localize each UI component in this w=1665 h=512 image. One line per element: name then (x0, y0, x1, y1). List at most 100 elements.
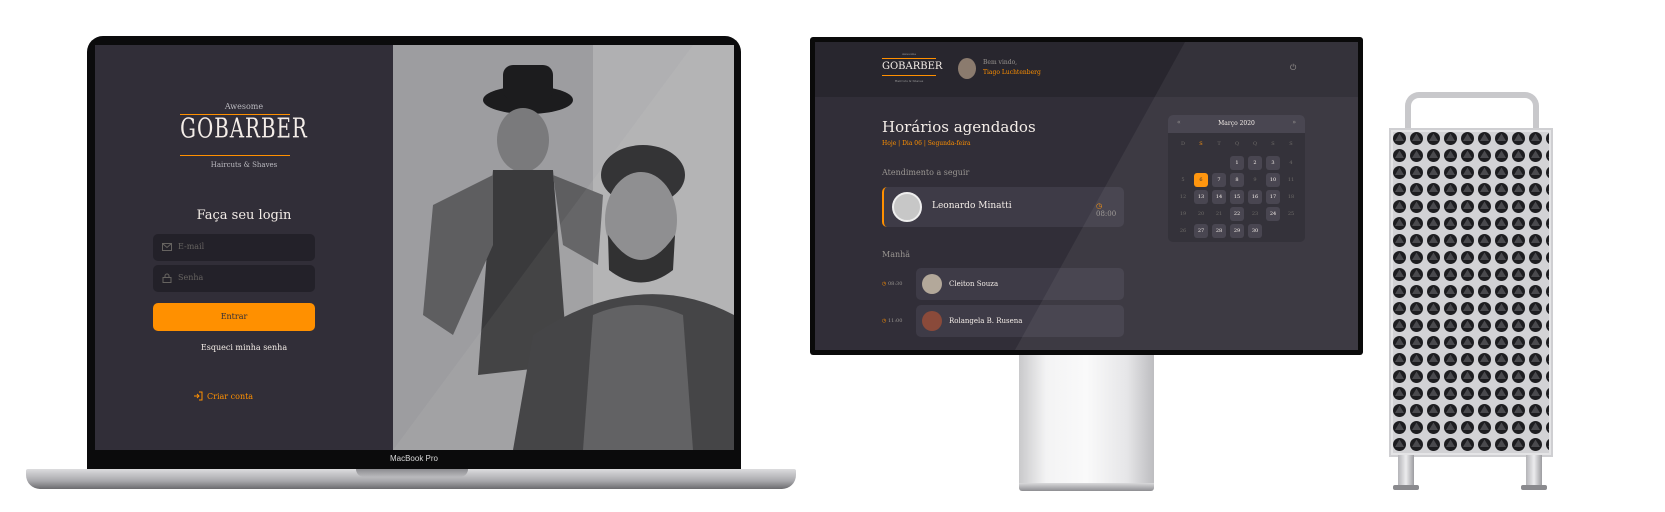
password-placeholder: Senha (178, 273, 204, 282)
mac-pro-tower (1389, 128, 1553, 457)
calendar-weekday: S (1271, 141, 1275, 147)
appointment-name: Cleiton Souza (949, 280, 999, 288)
forgot-password-link[interactable]: Esqueci minha senha (95, 343, 393, 352)
mac-pro-leg (1398, 455, 1414, 488)
calendar-day[interactable]: 27 (1194, 224, 1208, 238)
calendar-day[interactable]: 15 (1230, 190, 1244, 204)
calendar-day: 12 (1179, 194, 1187, 200)
calendar-weekday: S (1199, 141, 1203, 147)
dashboard-header: Awesome GOBARBER Haircuts & Shaves Bem v… (815, 42, 1358, 97)
calendar-day: 21 (1215, 211, 1223, 217)
calendar-day[interactable]: 22 (1230, 207, 1244, 221)
calendar-day: 26 (1179, 228, 1187, 234)
calendar-day: 4 (1289, 160, 1293, 166)
appointment-time: ◷ 11:00 (882, 318, 902, 324)
email-field[interactable]: E-mail (153, 234, 315, 261)
calendar-day[interactable]: 13 (1194, 190, 1208, 204)
calendar-header: « Março 2020 » (1168, 115, 1305, 133)
header-logo-subtitle: Haircuts & Shaves (894, 79, 924, 83)
next-appointment-card[interactable]: Leonardo Minatti ◷ 08:00 (882, 187, 1124, 227)
logo-tagline: Awesome (224, 102, 264, 111)
barber-photo (393, 45, 734, 450)
clock-icon: ◷ (882, 318, 887, 324)
calendar-weekday: S (1289, 141, 1293, 147)
calendar-day[interactable]: 16 (1248, 190, 1262, 204)
log-in-icon (194, 391, 203, 401)
clock-icon: ◷ (882, 281, 887, 287)
lock-icon (162, 273, 172, 283)
logo-divider (180, 155, 290, 156)
login-title: Faça seu login (196, 208, 292, 223)
calendar-day[interactable]: 30 (1248, 224, 1262, 238)
next-appointment-heading: Atendimento a seguir (882, 168, 970, 177)
morning-heading: Manhã (882, 250, 911, 259)
calendar-day: 9 (1253, 177, 1257, 183)
calendar-day[interactable]: 29 (1230, 224, 1244, 238)
monitor-foot (1019, 483, 1154, 491)
calendar-day[interactable]: 7 (1212, 173, 1226, 187)
calendar-weekday: Q (1252, 141, 1258, 147)
calendar: « Março 2020 » D S T Q Q S S 1 2 3 4 5 6 7 8 9 10 11 12 13 1… (1168, 115, 1305, 242)
clock-icon: ◷ (1096, 202, 1103, 210)
calendar-day[interactable]: 8 (1230, 173, 1244, 187)
calendar-day[interactable]: 10 (1266, 173, 1280, 187)
login-button[interactable]: Entrar (153, 303, 315, 331)
calendar-day: 20 (1197, 211, 1205, 217)
calendar-day[interactable]: 3 (1266, 156, 1280, 170)
welcome-text: Bem vindo, (983, 59, 1018, 66)
create-account-link[interactable]: Criar conta (194, 391, 254, 401)
calendar-day: 5 (1181, 177, 1185, 183)
profile-link[interactable]: Tiago Luchtenberg (983, 69, 1041, 76)
next-month-button[interactable]: » (1292, 119, 1296, 126)
appointment-name: Rolangela B. Rusena (949, 317, 1023, 325)
next-appointment-name: Leonardo Minatti (932, 201, 1012, 211)
macbook-screen: Awesome GOBARBER Haircuts & Shaves Faça … (95, 45, 734, 450)
avatar (922, 311, 942, 331)
calendar-day: 23 (1251, 211, 1259, 217)
mac-pro-grille (1393, 132, 1549, 453)
calendar-day[interactable]: 2 (1248, 156, 1262, 170)
calendar-day[interactable]: 14 (1212, 190, 1226, 204)
appointment-time-value: 08:30 (887, 281, 903, 287)
mail-icon (162, 243, 172, 251)
calendar-day[interactable]: 28 (1212, 224, 1226, 238)
email-placeholder: E-mail (178, 242, 205, 251)
power-icon[interactable]: ⏻ (1290, 63, 1296, 73)
password-field[interactable]: Senha (153, 265, 315, 292)
page-title: Horários agendados (882, 118, 1036, 136)
header-logo-tagline: Awesome (901, 52, 917, 56)
next-appointment-time: ◷ 08:00 (1096, 202, 1124, 218)
mac-pro-foot (1521, 485, 1547, 490)
macbook-notch (356, 469, 468, 477)
logo-wordmark: GOBARBER (180, 113, 308, 146)
calendar-day: 18 (1287, 194, 1295, 200)
avatar (892, 192, 922, 222)
appointment-row[interactable]: Rolangela B. Rusena (916, 305, 1124, 337)
header-logo[interactable]: GOBARBER (882, 58, 942, 76)
calendar-day[interactable]: 1 (1230, 156, 1244, 170)
calendar-day: 11 (1287, 177, 1295, 183)
calendar-weekday: D (1180, 141, 1185, 147)
barber-photo-illustration (393, 45, 734, 450)
calendar-day[interactable]: 6 (1194, 173, 1208, 187)
mac-pro-handle (1405, 92, 1539, 132)
calendar-day[interactable]: 17 (1266, 190, 1280, 204)
appointment-time-value: 11:00 (887, 318, 903, 324)
calendar-day: 19 (1179, 211, 1187, 217)
create-account-label: Criar conta (207, 392, 254, 401)
calendar-day[interactable]: 24 (1266, 207, 1280, 221)
login-panel: Awesome GOBARBER Haircuts & Shaves Faça … (95, 45, 393, 450)
calendar-weekday: T (1217, 141, 1221, 147)
calendar-day: 25 (1287, 211, 1295, 217)
logo-subtitle: Haircuts & Shaves (210, 161, 278, 169)
monitor-stand (1019, 355, 1154, 488)
next-appointment-time-value: 08:00 (1096, 210, 1117, 218)
mac-pro-leg (1526, 455, 1542, 488)
calendar-month: Março 2020 (1218, 120, 1255, 127)
appointment-row[interactable]: Cleiton Souza (916, 268, 1124, 300)
avatar[interactable] (958, 58, 976, 79)
monitor-screen: Awesome GOBARBER Haircuts & Shaves Bem v… (815, 42, 1358, 350)
calendar-weekday: Q (1234, 141, 1240, 147)
macbook-label: MacBook Pro (389, 454, 439, 463)
avatar (922, 274, 942, 294)
